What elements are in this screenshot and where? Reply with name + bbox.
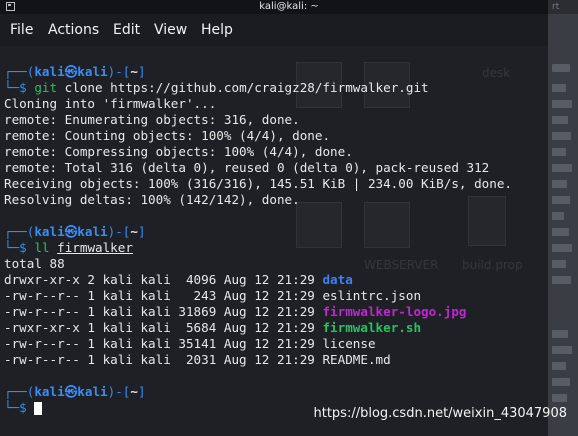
desktop-icon-ghost bbox=[468, 196, 506, 246]
output-line: remote: Total 316 (delta 0), reused 0 (d… bbox=[4, 160, 490, 175]
panel-text-line bbox=[552, 180, 567, 188]
window-title: kali@kali: ~ bbox=[259, 1, 319, 12]
terminal-output[interactable]: desk WEBSERVER build.prop ┌──(kali㉿kali)… bbox=[0, 46, 548, 436]
panel-text-line bbox=[552, 116, 568, 124]
panel-text-line bbox=[552, 378, 570, 386]
menu-view[interactable]: View bbox=[154, 22, 187, 38]
panel-text-line bbox=[552, 244, 572, 252]
output-line: Resolving deltas: 100% (142/142), done. bbox=[4, 192, 300, 207]
menu-actions[interactable]: Actions bbox=[48, 22, 99, 38]
background-window-panel bbox=[548, 14, 578, 436]
prompt-line-top: ┌──(kali㉿kali)-[~] bbox=[4, 224, 146, 239]
text-cursor bbox=[34, 402, 43, 415]
desktop-label-ghost: desk bbox=[482, 66, 511, 80]
window-titlebar: kali@kali: ~ rt bbox=[0, 0, 578, 14]
panel-text-line bbox=[552, 100, 572, 108]
panel-text-line bbox=[552, 148, 566, 156]
command-line[interactable]: └─$ bbox=[4, 401, 43, 415]
desktop-icon-ghost bbox=[296, 202, 342, 248]
panel-text-line bbox=[552, 164, 572, 172]
ls-row: -rw-r--r-- 1 kali kali 35141 Aug 12 21:2… bbox=[4, 336, 376, 351]
output-line: total 88 bbox=[4, 256, 65, 271]
output-line: Cloning into 'firmwalker'... bbox=[4, 96, 217, 111]
panel-text-line bbox=[552, 196, 570, 204]
panel-text-line bbox=[552, 212, 564, 220]
panel-text-line bbox=[552, 330, 568, 338]
side-window-fragment: rt bbox=[548, 0, 578, 14]
output-line: Receiving objects: 100% (316/316), 145.5… bbox=[4, 176, 512, 191]
prompt-line-top: ┌──(kali㉿kali)-[~] bbox=[4, 384, 146, 399]
desktop-icon-ghost bbox=[364, 202, 410, 248]
desktop-label-ghost: build.prop bbox=[462, 258, 523, 272]
ls-row: drwxr-xr-x 2 kali kali 4096 Aug 12 21:29… bbox=[4, 272, 353, 287]
panel-text-line bbox=[552, 132, 571, 140]
panel-text-line bbox=[552, 84, 566, 92]
panel-text-line bbox=[552, 346, 572, 354]
desktop-label-ghost: WEBSERVER bbox=[364, 258, 439, 272]
panel-text-line bbox=[552, 228, 569, 236]
panel-text-line bbox=[552, 64, 570, 72]
menu-file[interactable]: File bbox=[10, 22, 33, 38]
command-line: └─$ ll firmwalker bbox=[4, 240, 133, 255]
output-line: remote: Enumerating objects: 316, done. bbox=[4, 112, 300, 127]
output-line: remote: Compressing objects: 100% (4/4),… bbox=[4, 144, 353, 159]
ls-row: -rw-r--r-- 1 kali kali 31869 Aug 12 21:2… bbox=[4, 304, 467, 319]
ls-row: -rw-r--r-- 1 kali kali 2031 Aug 12 21:29… bbox=[4, 352, 391, 367]
panel-text-line bbox=[552, 362, 566, 370]
output-line: remote: Counting objects: 100% (4/4), do… bbox=[4, 128, 331, 143]
command-line: └─$ git clone https://github.com/craigz2… bbox=[4, 80, 429, 95]
ls-row: -rw-r--r-- 1 kali kali 243 Aug 12 21:29 … bbox=[4, 288, 422, 303]
menu-edit[interactable]: Edit bbox=[113, 22, 140, 38]
panel-text-line bbox=[552, 394, 567, 402]
ls-row: -rwxr-xr-x 1 kali kali 5684 Aug 12 21:29… bbox=[4, 320, 422, 335]
panel-text-line bbox=[552, 276, 571, 284]
menu-bar: File Actions Edit View Help bbox=[0, 14, 548, 46]
menu-help[interactable]: Help bbox=[201, 22, 233, 38]
watermark-url: https://blog.csdn.net/weixin_43047908 bbox=[313, 406, 567, 421]
panel-text-line bbox=[552, 260, 566, 268]
prompt-line-top: ┌──(kali㉿kali)-[~] bbox=[4, 64, 146, 79]
